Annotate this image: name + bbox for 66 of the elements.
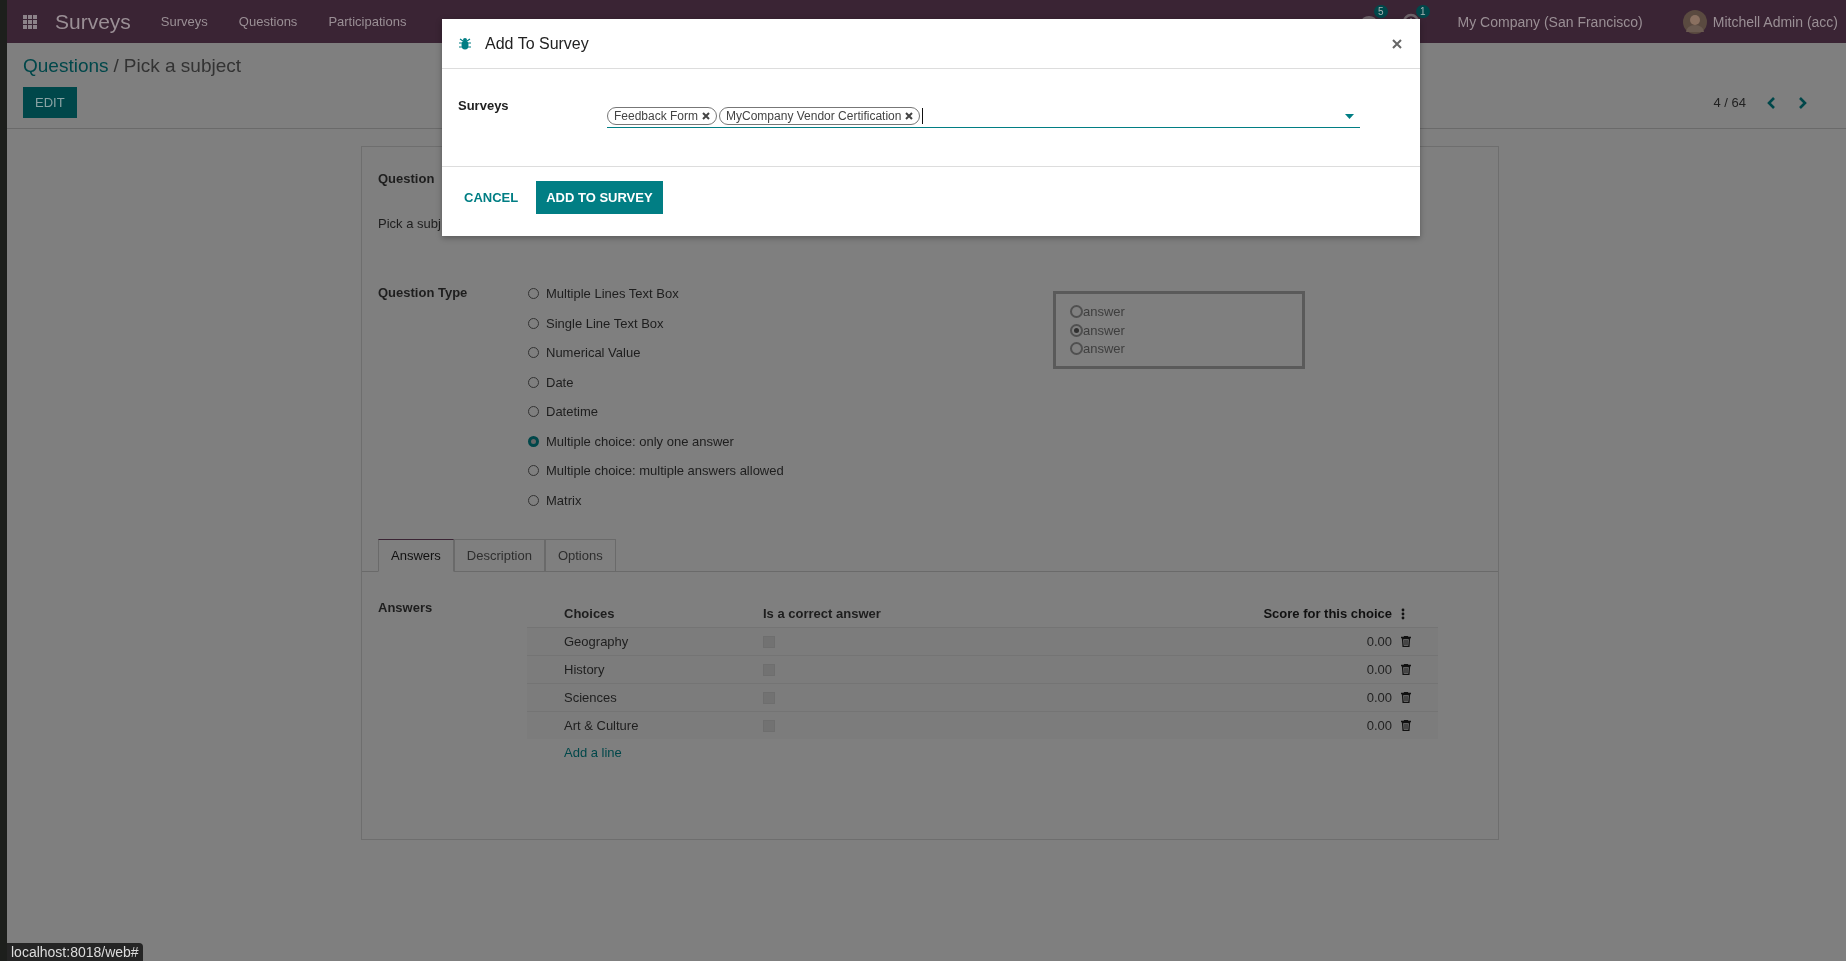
tag-label: MyCompany Vendor Certification (726, 109, 902, 123)
preview-answer: answer (1083, 322, 1125, 338)
radio-label[interactable]: Multiple Lines Text Box (546, 286, 679, 302)
kebab-menu-icon[interactable] (1401, 607, 1405, 620)
column-header[interactable]: Score for this choice (1063, 606, 1392, 621)
close-icon[interactable] (1392, 38, 1402, 49)
trash-icon[interactable] (1401, 664, 1411, 675)
table-cell-text: History (564, 662, 606, 677)
radio-label[interactable]: Single Line Text Box (546, 315, 664, 331)
text-cursor (922, 108, 924, 124)
remove-icon[interactable] (702, 112, 711, 120)
remove-icon[interactable] (905, 112, 914, 120)
next-icon[interactable] (1798, 95, 1808, 110)
breadcrumb-separator: / (113, 55, 119, 77)
table-cell-text: 0.00 (1365, 662, 1392, 677)
apps-menu-icon[interactable] (23, 14, 37, 29)
add-line-link[interactable]: Add a line (527, 739, 1438, 760)
notification-badge: 1 (1416, 4, 1430, 18)
column-header[interactable]: Is a correct answer (763, 606, 1063, 621)
breadcrumb-link[interactable]: Questions (23, 55, 109, 77)
menu-item[interactable]: Questions (238, 14, 298, 29)
tags-field[interactable]: Feedback Form MyCompany Vendor Certification (607, 105, 1360, 128)
radio-button[interactable] (528, 435, 539, 447)
tab[interactable]: Options (544, 539, 616, 572)
field-label: Surveys (458, 98, 510, 113)
radio-label[interactable]: Numerical Value (546, 345, 641, 361)
trash-icon[interactable] (1401, 720, 1411, 731)
radio-label[interactable]: Date (546, 374, 574, 390)
question-title: Pick a subj (378, 216, 441, 231)
notification-badge: 5 (1374, 4, 1388, 18)
radio-label[interactable]: Multiple choice: only one answer (546, 433, 734, 449)
menu-item[interactable]: Participations (328, 14, 407, 29)
preview-answer: answer (1083, 303, 1125, 319)
company-switcher[interactable]: My Company (San Francisco) (1457, 13, 1643, 30)
table-cell-text: 0.00 (1365, 690, 1392, 705)
trash-icon[interactable] (1401, 692, 1411, 703)
field-label: Question (377, 171, 436, 186)
tab[interactable]: Answers (378, 539, 454, 572)
add-button[interactable]: ADD TO SURVEY (536, 181, 663, 214)
app-name[interactable]: Surveys (55, 9, 131, 34)
radio-label[interactable]: Multiple choice: multiple answers allowed (546, 463, 784, 479)
table-cell-text: 0.00 (1365, 634, 1392, 649)
pager-counter: 4 / 64 (1713, 95, 1746, 110)
table-cell-text: 0.00 (1365, 718, 1392, 733)
tag-label: Feedback Form (614, 109, 699, 123)
field-label: Question Type (377, 285, 469, 302)
breadcrumb-current: Pick a subject (123, 55, 242, 77)
status-url: localhost:8018/web# (7, 943, 143, 961)
field-label: Answers (377, 600, 434, 617)
previous-icon[interactable] (1766, 95, 1776, 110)
dropdown-icon[interactable] (1345, 113, 1354, 119)
trash-icon[interactable] (1401, 636, 1411, 647)
table-cell-text: Geography (564, 634, 630, 649)
dialog-title: Add To Survey (485, 34, 589, 53)
preview-answer: answer (1083, 341, 1125, 357)
menu-item[interactable]: Surveys (160, 14, 208, 29)
avatar-icon[interactable] (1682, 9, 1707, 34)
table-cell-text: Art & Culture (564, 718, 640, 733)
tab[interactable]: Description (453, 539, 545, 572)
column-header[interactable]: Choices (564, 606, 763, 621)
table-cell-text: Sciences (564, 690, 618, 705)
bug-icon (459, 37, 471, 50)
radio-label[interactable]: Datetime (546, 404, 599, 420)
user-menu[interactable]: Mitchell Admin (acc) (1712, 13, 1838, 30)
radio-label[interactable]: Matrix (546, 492, 582, 508)
edit-button[interactable]: EDIT (23, 87, 77, 118)
